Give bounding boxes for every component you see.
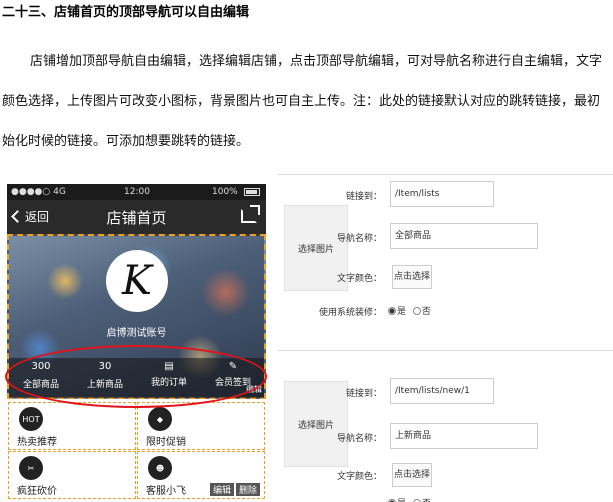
link-input[interactable]: /Item/lists (390, 181, 494, 207)
shop-name: 启博测试账号 (106, 328, 167, 339)
name-label: 导航名称： (336, 234, 382, 244)
grid-item-label: 热卖推荐 (17, 437, 57, 448)
battery-icon (244, 188, 260, 196)
name-input[interactable]: 全部商品 (390, 223, 538, 249)
style-label: 使用系统装修： (318, 308, 382, 318)
battery-text: 100% (212, 187, 238, 197)
grid-item-label: 疯狂砍价 (17, 486, 57, 497)
cell-actions: 编辑 删除 (208, 483, 260, 496)
grid-item-service[interactable]: ☻ 客服小飞 编辑 删除 (137, 451, 265, 499)
edit-button[interactable]: 编辑 (209, 483, 234, 496)
radio-yes-icon[interactable] (388, 307, 396, 315)
color-label: 文字颜色： (336, 472, 382, 482)
grid-item-bargain[interactable]: ✂ 疯狂砍价 (8, 451, 136, 499)
grid-item-promo[interactable]: ◆ 限时促销 (137, 402, 265, 450)
grid-item-label: 客服小飞 (146, 486, 186, 497)
name-label: 导航名称： (336, 434, 382, 444)
link-label: 链接到： (345, 192, 382, 202)
carrier-text: ●●●●○ 4G (11, 187, 66, 197)
top-navbar: 返回 店铺首页 (7, 200, 266, 234)
tag-icon: ◆ (148, 407, 172, 431)
color-picker-button[interactable]: 点击选择 (392, 463, 432, 487)
page-title: 店铺首页 (106, 209, 167, 227)
status-bar: ●●●●○ 4G 12:00 100% (7, 184, 266, 200)
link-label: 链接到： (345, 389, 382, 399)
description-paragraph: 店铺增加顶部导航自由编辑，选择编辑店铺，点击顶部导航编辑，可对导航名称进行自主编… (2, 54, 603, 149)
cut-icon: ✂ (19, 456, 43, 480)
highlight-oval (5, 345, 267, 408)
hot-icon: HOT (19, 407, 43, 431)
time-text: 12:00 (124, 187, 150, 197)
radio-no-icon[interactable] (412, 307, 421, 315)
grid-item-hot[interactable]: HOT 热卖推荐 (8, 402, 136, 450)
system-style-radio[interactable]: 是 否 (384, 304, 431, 317)
grid-item-label: 限时促销 (146, 437, 186, 448)
nav-edit-panel-2: 选择图片 链接到： /Item/lists/new/1 导航名称： 上新商品 文… (278, 350, 613, 502)
feature-grid: HOT 热卖推荐 ◆ 限时促销 ✂ 疯狂砍价 ☻ 客服小飞 编辑 删除 (7, 399, 266, 502)
radio-yes-label: 是 (397, 307, 407, 317)
section-title: 二十三、店铺首页的顶部导航可以自由编辑 (2, 5, 250, 20)
color-picker-button[interactable]: 点击选择 (392, 265, 432, 289)
service-icon: ☻ (148, 456, 172, 480)
name-input[interactable]: 上新商品 (390, 423, 538, 449)
radio-no-label: 否 (421, 307, 431, 317)
shop-logo-avatar: K (106, 250, 168, 312)
color-label: 文字颜色： (336, 274, 382, 284)
link-input[interactable]: /Item/lists/new/1 (390, 378, 494, 404)
nav-edit-panel-1: 选择图片 链接到： /Item/lists 导航名称： 全部商品 文字颜色： 点… (278, 174, 613, 346)
phone-preview: ●●●●○ 4G 12:00 100% 返回 店铺首页 K 启博测试账号 300… (7, 184, 266, 502)
system-style-radio[interactable]: 是 否 (384, 496, 431, 502)
share-icon[interactable] (241, 205, 260, 223)
delete-button[interactable]: 删除 (235, 483, 260, 496)
